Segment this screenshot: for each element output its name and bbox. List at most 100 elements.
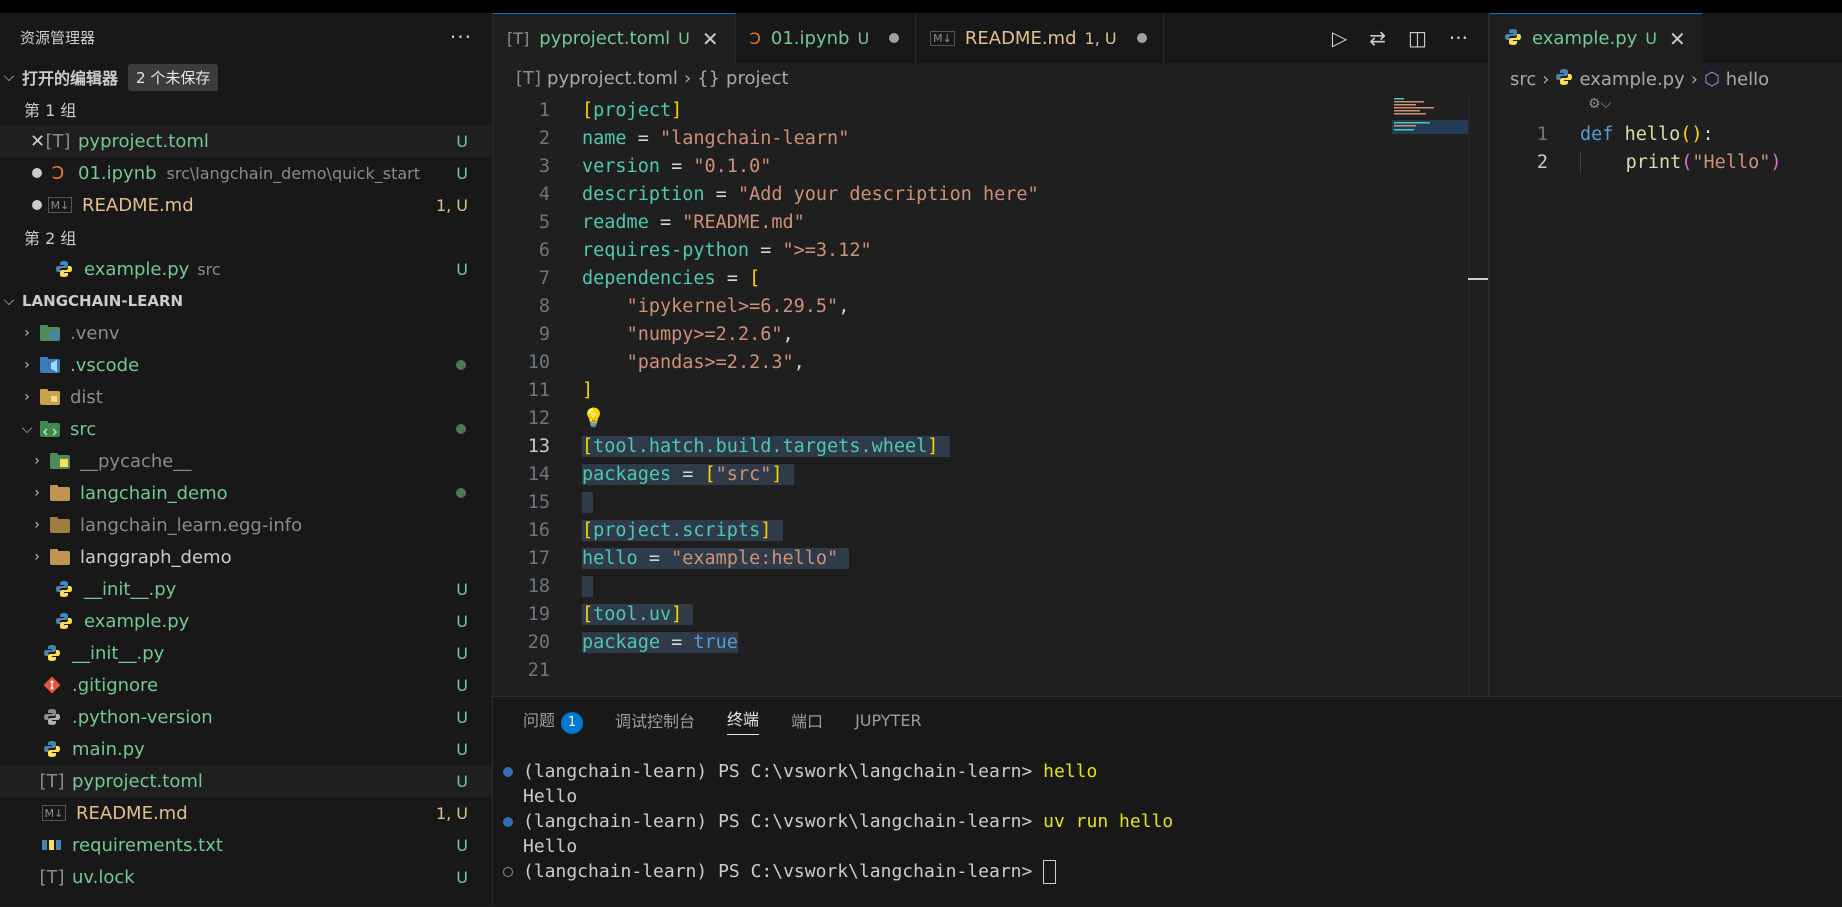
command-success-icon[interactable] <box>503 766 513 777</box>
breadcrumb-file[interactable]: example.py <box>1579 69 1684 90</box>
tree-item-label: langchain_learn.egg-info <box>80 514 303 536</box>
scrollbar-track[interactable] <box>1468 96 1469 696</box>
chevron-right-icon: › <box>683 68 692 89</box>
tree-item-label: __init__.py <box>84 578 177 600</box>
code-token: tool.hatch.build.targets.wheel <box>593 435 928 457</box>
terminal[interactable]: (langchain-learn) PS C:\vswork\langchain… <box>493 743 1842 884</box>
tree-file-requirements[interactable]: requirements.txt U <box>0 829 492 861</box>
breadcrumb-file[interactable]: pyproject.toml <box>547 68 678 89</box>
tree-file-gitignore[interactable]: .gitignore U <box>0 669 492 701</box>
tree-file-pyproject[interactable]: [T] pyproject.toml U <box>0 765 492 797</box>
tree-folder-pycache[interactable]: › __pycache__ <box>0 445 492 477</box>
tab-jupyter[interactable]: JUPYTER <box>855 711 922 730</box>
tab-status: U <box>1645 29 1657 48</box>
tree-folder-langgraph-demo[interactable]: › langgraph_demo <box>0 541 492 573</box>
terminal-output: Hello <box>523 836 578 857</box>
line-number: 21 <box>527 659 550 681</box>
unsaved-dot-icon[interactable] <box>1136 33 1147 43</box>
minimap[interactable] <box>1392 96 1468 136</box>
git-status: U <box>456 163 468 183</box>
tab-debug-console[interactable]: 调试控制台 <box>615 708 695 732</box>
tree-item-label: .gitignore <box>72 674 159 696</box>
breadcrumb-symbol[interactable]: hello <box>1726 69 1770 90</box>
tab-ipynb[interactable]: Ͻ 01.ipynb U <box>736 13 917 63</box>
ellipsis-icon[interactable]: ··· <box>1449 26 1468 50</box>
git-icon <box>42 675 62 695</box>
tree-file-python-version[interactable]: .python-version U <box>0 701 492 733</box>
open-editor-ipynb[interactable]: Ͻ 01.ipynb src\langchain_demo\quick_star… <box>0 157 492 189</box>
terminal-line: (langchain-learn) PS C:\vswork\langchain… <box>503 809 1842 834</box>
tree-file-example[interactable]: example.py U <box>0 605 492 637</box>
code-token: readme <box>582 211 649 233</box>
tree-folder-vscode[interactable]: › .vscode <box>0 349 492 381</box>
open-editor-readme[interactable]: M↓ README.md 1, U <box>0 189 492 221</box>
group-1-label: 第 1 组 <box>24 101 77 120</box>
tab-ports[interactable]: 端口 <box>791 708 823 732</box>
python-icon <box>54 611 74 631</box>
code-token: version <box>582 155 660 177</box>
tree-item-label: langgraph_demo <box>80 546 232 568</box>
tree-file-readme[interactable]: M↓ README.md 1, U <box>0 797 492 829</box>
line-number: 3 <box>538 155 550 177</box>
tab-readme[interactable]: M↓ README.md 1, U <box>916 13 1164 63</box>
lightbulb-icon[interactable]: 💡 <box>582 407 605 429</box>
code-token: ">=3.12" <box>782 239 872 261</box>
sticky-scroll-icon[interactable]: ⚙⌵ <box>1588 96 1611 112</box>
line-number: 2 <box>1536 151 1548 173</box>
line-number: 4 <box>538 183 550 205</box>
chevron-right-icon: › <box>24 325 30 341</box>
git-status: U <box>456 835 468 855</box>
problems-count-badge: 1 <box>561 711 584 734</box>
tree-item-label: requirements.txt <box>72 834 223 856</box>
tab-status: 1, U <box>1084 28 1117 48</box>
tab-pyproject[interactable]: [T] pyproject.toml U ✕ <box>493 13 736 63</box>
unsaved-dot-icon[interactable] <box>889 33 900 43</box>
code-token: "pandas>=2.2.3" <box>626 351 794 373</box>
terminal-line: Hello <box>523 834 1842 859</box>
tree-folder-src[interactable]: ⌵ src <box>0 413 492 445</box>
tree-folder-venv[interactable]: › .venv <box>0 317 492 349</box>
open-editor-example[interactable]: example.py src U <box>0 253 492 285</box>
run-icon[interactable]: ▷ <box>1332 26 1347 50</box>
tree-file-uvlock[interactable]: [T] uv.lock U <box>0 861 492 893</box>
open-editor-pyproject[interactable]: ✕ [T] pyproject.toml U <box>0 125 492 157</box>
compare-changes-icon[interactable]: ⇄ <box>1369 26 1386 50</box>
line-number: 19 <box>527 603 550 625</box>
editor-group-divider[interactable] <box>1488 13 1490 696</box>
tab-terminal[interactable]: 终端 <box>727 706 760 735</box>
project-section[interactable]: ⌵ LANGCHAIN-LEARN <box>0 285 492 317</box>
split-editor-icon[interactable]: ◫ <box>1408 26 1427 50</box>
code-token: "0.1.0" <box>693 155 772 177</box>
tree-file-src-init[interactable]: __init__.py U <box>0 573 492 605</box>
breadcrumb-folder[interactable]: src <box>1510 69 1536 90</box>
command-success-icon[interactable] <box>503 816 513 827</box>
ellipsis-icon[interactable]: ··· <box>450 25 472 49</box>
code-token: project <box>593 99 672 121</box>
close-icon[interactable]: ✕ <box>702 27 719 51</box>
code-editor-example[interactable]: 1 def hello(): 2 print("Hello") <box>1500 120 1782 176</box>
tree-folder-langchain-demo[interactable]: › langchain_demo <box>0 477 492 509</box>
line-number: 15 <box>527 491 550 513</box>
breadcrumb-symbol[interactable]: project <box>726 68 788 89</box>
tree-file-root-init[interactable]: __init__.py U <box>0 637 492 669</box>
git-status: U <box>456 259 468 279</box>
toml-file-icon: [T] <box>45 130 71 152</box>
git-status: 1, U <box>435 803 468 823</box>
tab-example[interactable]: example.py U ✕ <box>1490 13 1702 63</box>
code-editor-pyproject[interactable]: 1[project] 2 name = "langchain-learn" 3 ve… <box>522 96 1039 684</box>
folder-icon <box>50 515 70 535</box>
tab-status: U <box>857 28 870 48</box>
open-editors-section[interactable]: ⌵ 打开的编辑器 2 个未保存 <box>0 61 492 93</box>
tree-folder-dist[interactable]: › dist <box>0 381 492 413</box>
line-number: 20 <box>527 631 550 653</box>
code-token: "README.md" <box>682 211 805 233</box>
close-icon[interactable]: ✕ <box>1669 27 1686 51</box>
chevron-right-icon: › <box>1542 69 1550 90</box>
tree-file-main[interactable]: main.py U <box>0 733 492 765</box>
python-icon <box>1504 28 1522 50</box>
line-number: 5 <box>538 211 550 233</box>
tree-folder-egg-info[interactable]: › langchain_learn.egg-info <box>0 509 492 541</box>
code-token: project.scripts <box>593 519 761 541</box>
tab-problems[interactable]: 问题 1 <box>523 707 584 734</box>
tree-item-label: example.py <box>84 610 190 632</box>
